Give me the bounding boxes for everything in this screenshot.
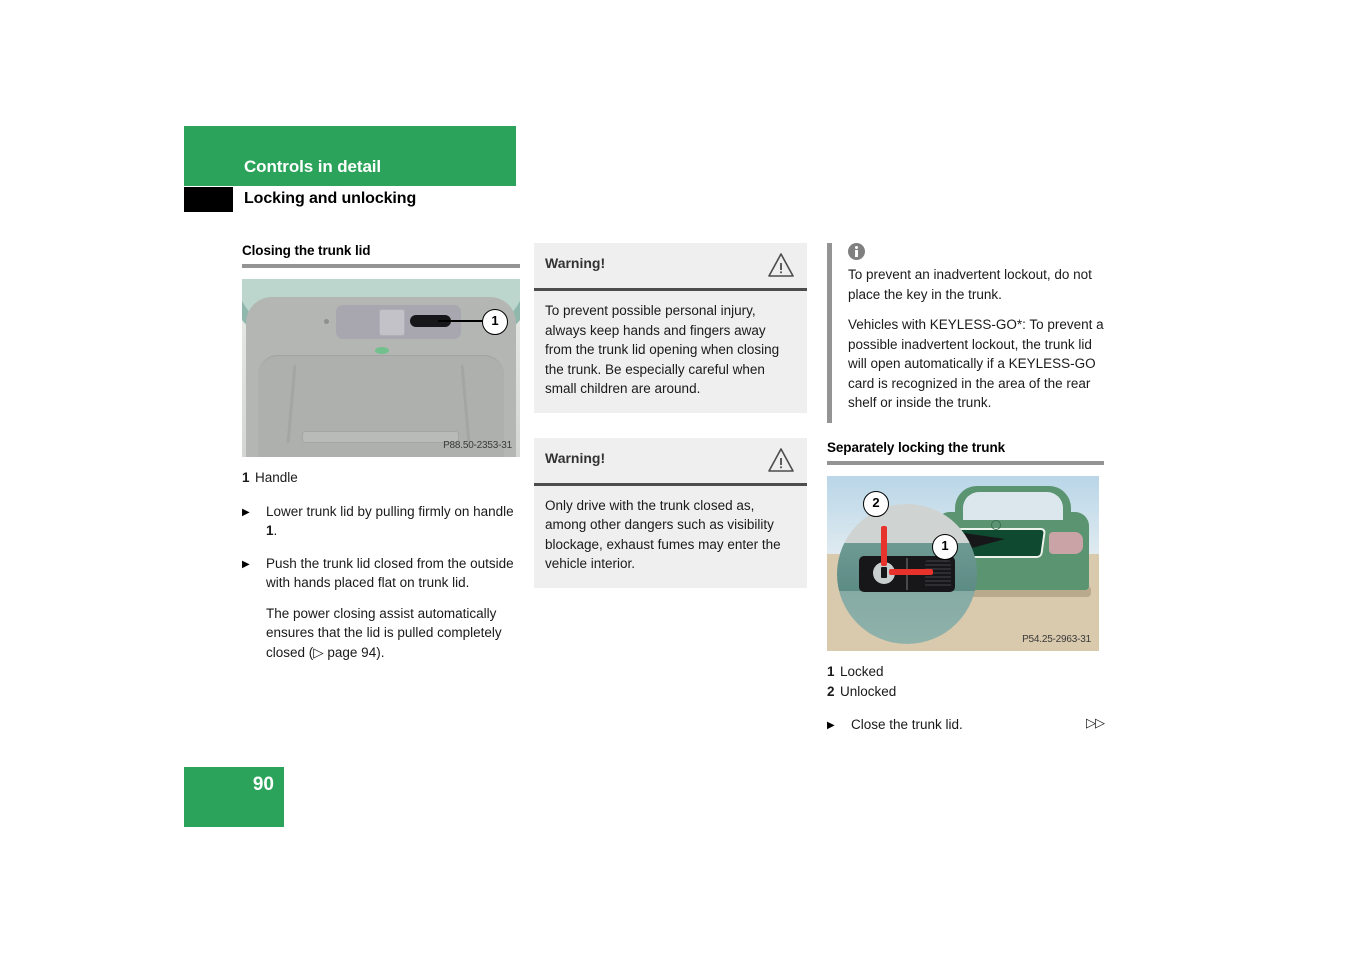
- legend-number: 1: [827, 664, 835, 679]
- info-paragraph-1: To prevent an inadvertent lockout, do no…: [848, 267, 1092, 302]
- trunk-latch-icon: [379, 309, 405, 336]
- trim-screw-dot: [324, 319, 329, 324]
- right-column: To prevent an inadvertent lockout, do no…: [827, 243, 1105, 737]
- info-accent-bar: [827, 243, 832, 423]
- indicator-line-vertical: [881, 526, 887, 566]
- closing-steps-list: ▶ Lower trunk lid by pulling firmly on h…: [242, 502, 520, 663]
- info-paragraph-2: Vehicles with KEYLESS-GO*: To prevent a …: [848, 317, 1104, 410]
- taillight-shape: [1049, 532, 1083, 554]
- magnified-lock-view: [837, 504, 977, 644]
- warning-header: Warning!: [534, 437, 807, 486]
- step-text-main: Push the trunk lid closed from the outsi…: [266, 555, 514, 591]
- step-text: Push the trunk lid closed from the outsi…: [266, 554, 520, 663]
- info-icon-dot: [855, 246, 858, 249]
- emblem-icon: [991, 520, 1001, 530]
- step-item: ▶ Lower trunk lid by pulling firmly on h…: [242, 502, 520, 541]
- continuation-arrows-icon: ▷▷: [1086, 715, 1105, 730]
- legend-label: Handle: [255, 470, 298, 485]
- trunk-lid-crossbar: [302, 431, 459, 443]
- callout-marker-1: 1: [932, 534, 958, 560]
- warning-label: Warning!: [545, 449, 606, 466]
- legend-item: 2 Unlocked: [827, 682, 1104, 702]
- bullet-arrow-icon: ▶: [827, 720, 835, 731]
- bullet-arrow-icon: ▶: [242, 506, 250, 518]
- legend-label: Unlocked: [840, 683, 897, 699]
- power-closing-note: The power closing assist automatically e…: [266, 605, 502, 660]
- heading-rule: [827, 461, 1104, 465]
- separately-locking-heading: Separately locking the trunk: [827, 440, 1006, 455]
- callout-marker-2: 2: [863, 491, 889, 517]
- lock-legend: 1 Locked 2 Unlocked: [827, 662, 1104, 701]
- step-text-after: .: [273, 523, 278, 538]
- key-slot-shape: [881, 567, 887, 578]
- warning-label: Warning!: [545, 255, 606, 271]
- heading-rule: [242, 264, 520, 268]
- step-item: ▶ Push the trunk lid closed from the out…: [242, 554, 520, 663]
- close-trunk-step-text: Close the trunk lid.: [851, 717, 963, 732]
- left-column: Closing the trunk lid 1 P88.50-2353-31 1…: [242, 243, 520, 662]
- legend-number: 1: [242, 470, 250, 485]
- legend-label: Locked: [840, 664, 884, 679]
- legend-number: 2: [827, 683, 835, 699]
- car-rear-window: [963, 492, 1063, 520]
- middle-column: Warning! To prevent possible personal in…: [534, 243, 807, 613]
- figure-code: P54.25-2963-31: [1022, 634, 1091, 645]
- legend-item: 1 Handle: [242, 468, 520, 488]
- step-text-before: Lower trunk lid by pulling firmly on han…: [266, 503, 514, 519]
- legend-item: 1 Locked: [827, 662, 1104, 682]
- trunk-lid-figure: 1 P88.50-2353-31: [242, 279, 520, 457]
- page-number-box: 90: [184, 767, 284, 827]
- figure-code: P88.50-2353-31: [443, 440, 512, 451]
- warning-box-1: Warning! To prevent possible personal in…: [534, 243, 807, 413]
- info-circle-icon: [848, 243, 865, 260]
- section-title: Locking and unlocking: [244, 190, 417, 207]
- bullet-arrow-icon: ▶: [242, 558, 250, 570]
- indicator-line-horizontal: [889, 569, 933, 575]
- warning-triangle-icon: [768, 253, 794, 277]
- warning-body: Only drive with the trunk closed as, amo…: [534, 485, 807, 588]
- separate-lock-figure: 1 2 P54.25-2963-31: [827, 476, 1099, 651]
- closing-trunk-lid-heading: Closing the trunk lid: [242, 243, 371, 258]
- chapter-header-banner: Controls in detail: [184, 126, 516, 186]
- step-text-bold: 1: [266, 523, 274, 538]
- trunk-light-icon: [375, 347, 389, 354]
- chapter-title: Controls in detail: [244, 157, 382, 176]
- page-number: 90: [252, 774, 274, 795]
- trunk-legend: 1 Handle: [242, 468, 520, 488]
- info-note-box: To prevent an inadvertent lockout, do no…: [827, 243, 1104, 423]
- callout-marker-1: 1: [482, 309, 508, 335]
- info-icon-stem: [855, 250, 858, 257]
- step-text: Lower trunk lid by pulling firmly on han…: [266, 502, 520, 541]
- warning-body: To prevent possible personal injury, alw…: [534, 291, 807, 413]
- warning-header: Warning!: [534, 243, 807, 291]
- close-trunk-step: ▶ Close the trunk lid. ▷▷: [827, 715, 1105, 737]
- thumb-index-tab: [184, 187, 233, 212]
- warning-triangle-icon: [768, 447, 794, 472]
- warning-box-2: Warning! Only drive with the trunk close…: [534, 437, 807, 588]
